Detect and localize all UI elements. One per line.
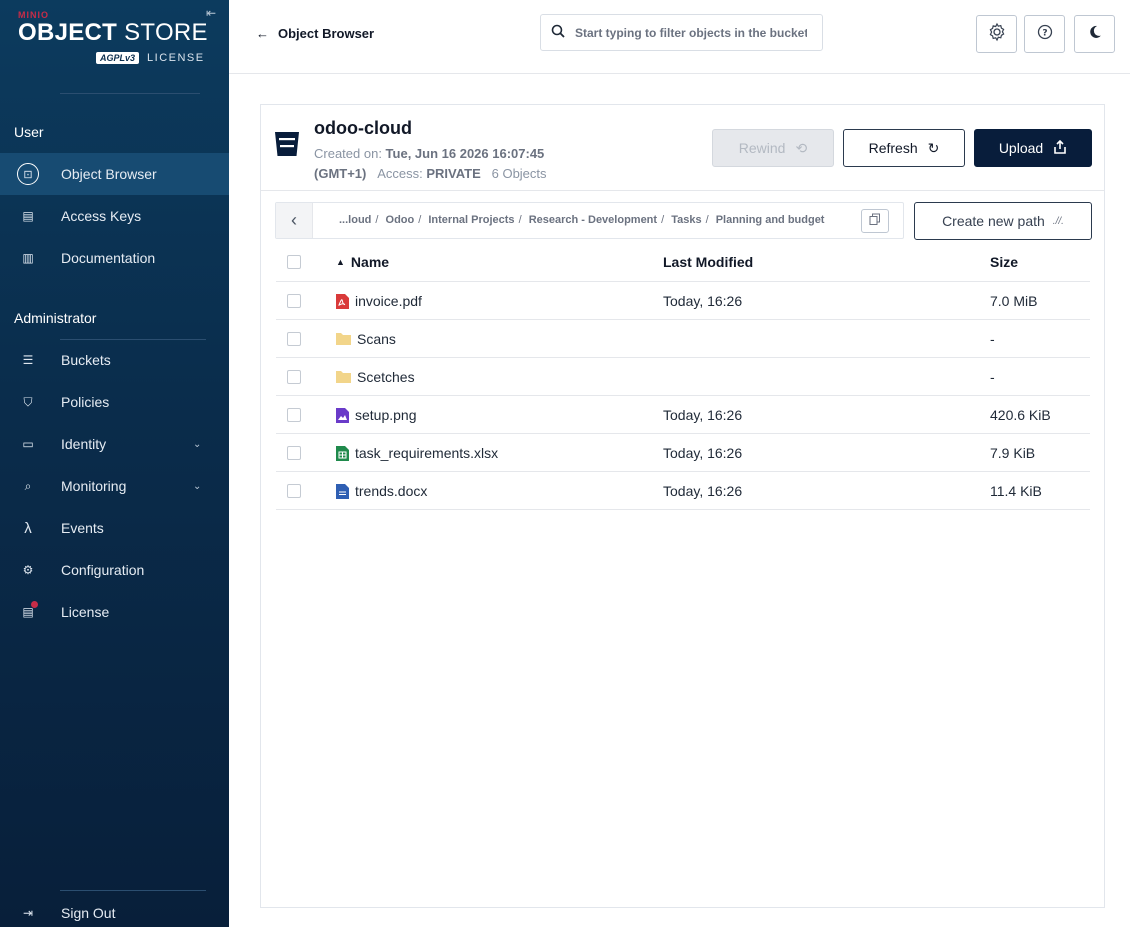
table-header: ▲ Name Last Modified Size xyxy=(276,243,1090,282)
dark-mode-button[interactable] xyxy=(1074,15,1115,53)
sidebar-item-identity[interactable]: ▭ Identity ⌄ xyxy=(0,423,229,465)
breadcrumb-item[interactable]: Odoo xyxy=(386,214,415,226)
sidebar: MINIO OBJECT STORE AGPLv3 LICENSE ⇤ User… xyxy=(0,0,229,927)
breadcrumb-item[interactable]: ...loud xyxy=(339,214,371,226)
agpl-badge: AGPLv3 xyxy=(96,52,140,64)
breadcrumb-item[interactable]: Planning and budget xyxy=(716,214,825,226)
sidebar-item-policies[interactable]: ⛉ Policies xyxy=(0,381,229,423)
spreadsheet-file-icon xyxy=(336,445,349,461)
objects-table: ▲ Name Last Modified Size invoice.pdf Tod… xyxy=(276,243,1090,510)
sidebar-item-buckets[interactable]: ☰ Buckets xyxy=(0,339,229,381)
svg-text:?: ? xyxy=(1042,28,1047,38)
select-all-checkbox[interactable] xyxy=(287,255,301,269)
row-checkbox[interactable] xyxy=(287,408,301,422)
arrow-left-icon: ← xyxy=(256,26,269,41)
table-row[interactable]: task_requirements.xlsx Today, 16:26 7.9 … xyxy=(276,434,1090,472)
monitoring-icon: ⌕ xyxy=(24,478,32,493)
lambda-icon: λ xyxy=(24,519,32,537)
search-input[interactable] xyxy=(575,25,807,40)
table-row[interactable]: invoice.pdf Today, 16:26 7.0 MiB xyxy=(276,282,1090,320)
policies-icon: ⛉ xyxy=(23,394,33,409)
chevron-left-icon[interactable]: ‹ xyxy=(276,203,313,238)
minio-logo: MINIO OBJECT STORE AGPLv3 LICENSE xyxy=(18,10,213,70)
bucket-meta: Created on: Tue, Jun 16 2026 16:07:45 (G… xyxy=(314,146,547,181)
new-path-icon: .//. xyxy=(1052,215,1064,227)
sidebar-item-configuration[interactable]: ⚙ Configuration xyxy=(0,549,229,591)
help-button[interactable]: ? xyxy=(1024,15,1065,53)
pdf-file-icon xyxy=(336,293,349,309)
breadcrumb: ‹ ...loud / Odoo / Internal Projects / Rese… xyxy=(275,202,904,239)
sign-out-icon: ⇥ xyxy=(22,906,34,920)
sidebar-item-monitoring[interactable]: ⌕ Monitoring ⌄ xyxy=(0,465,229,507)
copy-path-button[interactable] xyxy=(861,209,889,233)
sidebar-item-access-keys[interactable]: ▤ Access Keys xyxy=(0,195,229,237)
image-file-icon xyxy=(336,407,349,423)
chevron-down-icon: ⌄ xyxy=(193,480,202,492)
row-checkbox[interactable] xyxy=(287,294,301,308)
column-size[interactable]: Size xyxy=(990,254,1018,270)
sort-asc-icon: ▲ xyxy=(336,257,345,267)
table-row[interactable]: Scans - xyxy=(276,320,1090,358)
access-value: PRIVATE xyxy=(426,166,481,181)
table-row[interactable]: Scetches - xyxy=(276,358,1090,396)
identity-icon: ▭ xyxy=(22,437,34,451)
help-icon: ? xyxy=(1037,24,1053,45)
section-administrator: Administrator xyxy=(14,310,97,326)
rewind-button[interactable]: Rewind ⟲ xyxy=(712,129,834,167)
breadcrumb-item[interactable]: Research - Development xyxy=(529,214,657,226)
timezone: (GMT+1) xyxy=(314,166,367,181)
logo-product: OBJECT STORE xyxy=(18,19,208,46)
settings-button[interactable] xyxy=(976,15,1017,53)
gear-icon: ⚙ xyxy=(22,563,34,577)
moon-icon xyxy=(1087,24,1103,45)
sidebar-item-object-browser[interactable]: ⊡ Object Browser xyxy=(0,153,229,195)
bucket-panel: odoo-cloud Created on: Tue, Jun 16 2026 … xyxy=(260,104,1105,908)
bucket-icon xyxy=(274,130,300,158)
collapse-sidebar-icon[interactable]: ⇤ xyxy=(206,6,216,20)
search-box xyxy=(540,14,823,51)
divider xyxy=(60,93,200,94)
refresh-icon: ↻ xyxy=(927,139,940,156)
folder-icon xyxy=(336,370,351,385)
row-checkbox[interactable] xyxy=(287,370,301,384)
sign-out-button[interactable]: ⇥ Sign Out xyxy=(0,892,229,927)
section-user: User xyxy=(14,124,44,140)
row-checkbox[interactable] xyxy=(287,484,301,498)
upload-button[interactable]: Upload xyxy=(974,129,1092,167)
bucket-icon: ☰ xyxy=(22,353,34,367)
breadcrumb-item[interactable]: Internal Projects xyxy=(428,214,514,226)
gear-icon xyxy=(987,22,1007,47)
row-checkbox[interactable] xyxy=(287,332,301,346)
column-last-modified[interactable]: Last Modified xyxy=(663,254,753,270)
column-name[interactable]: ▲ Name xyxy=(336,254,389,270)
refresh-button[interactable]: Refresh ↻ xyxy=(843,129,965,167)
table-row[interactable]: setup.png Today, 16:26 420.6 KiB xyxy=(276,396,1090,434)
chevron-down-icon: ⌄ xyxy=(193,438,202,450)
breadcrumb-item[interactable]: Tasks xyxy=(671,214,701,226)
object-count: 6 Objects xyxy=(491,166,547,181)
license-icon: ▤ xyxy=(19,601,38,621)
back-to-object-browser[interactable]: ← Object Browser xyxy=(256,26,374,41)
search-icon xyxy=(551,24,565,41)
access-keys-icon: ▤ xyxy=(22,209,34,223)
sidebar-item-events[interactable]: λ Events xyxy=(0,507,229,549)
bucket-name: odoo-cloud xyxy=(314,118,412,138)
upload-icon xyxy=(1053,139,1067,157)
documentation-icon: ▥ xyxy=(22,251,34,265)
row-checkbox[interactable] xyxy=(287,446,301,460)
sidebar-item-license[interactable]: ▤ License xyxy=(0,591,229,633)
table-row[interactable]: trends.docx Today, 16:26 11.4 KiB xyxy=(276,472,1090,510)
create-new-path-button[interactable]: Create new path .//. xyxy=(914,202,1092,240)
license-text: LICENSE xyxy=(147,52,205,64)
document-file-icon xyxy=(336,483,349,499)
object-browser-icon: ⊡ xyxy=(17,163,39,185)
copy-icon xyxy=(869,212,881,230)
top-bar: ← Object Browser ? xyxy=(229,0,1130,74)
folder-icon xyxy=(336,332,351,347)
sidebar-item-documentation[interactable]: ▥ Documentation xyxy=(0,237,229,279)
created-date: Tue, Jun 16 2026 16:07:45 xyxy=(385,146,545,161)
history-icon: ⟲ xyxy=(795,139,808,156)
